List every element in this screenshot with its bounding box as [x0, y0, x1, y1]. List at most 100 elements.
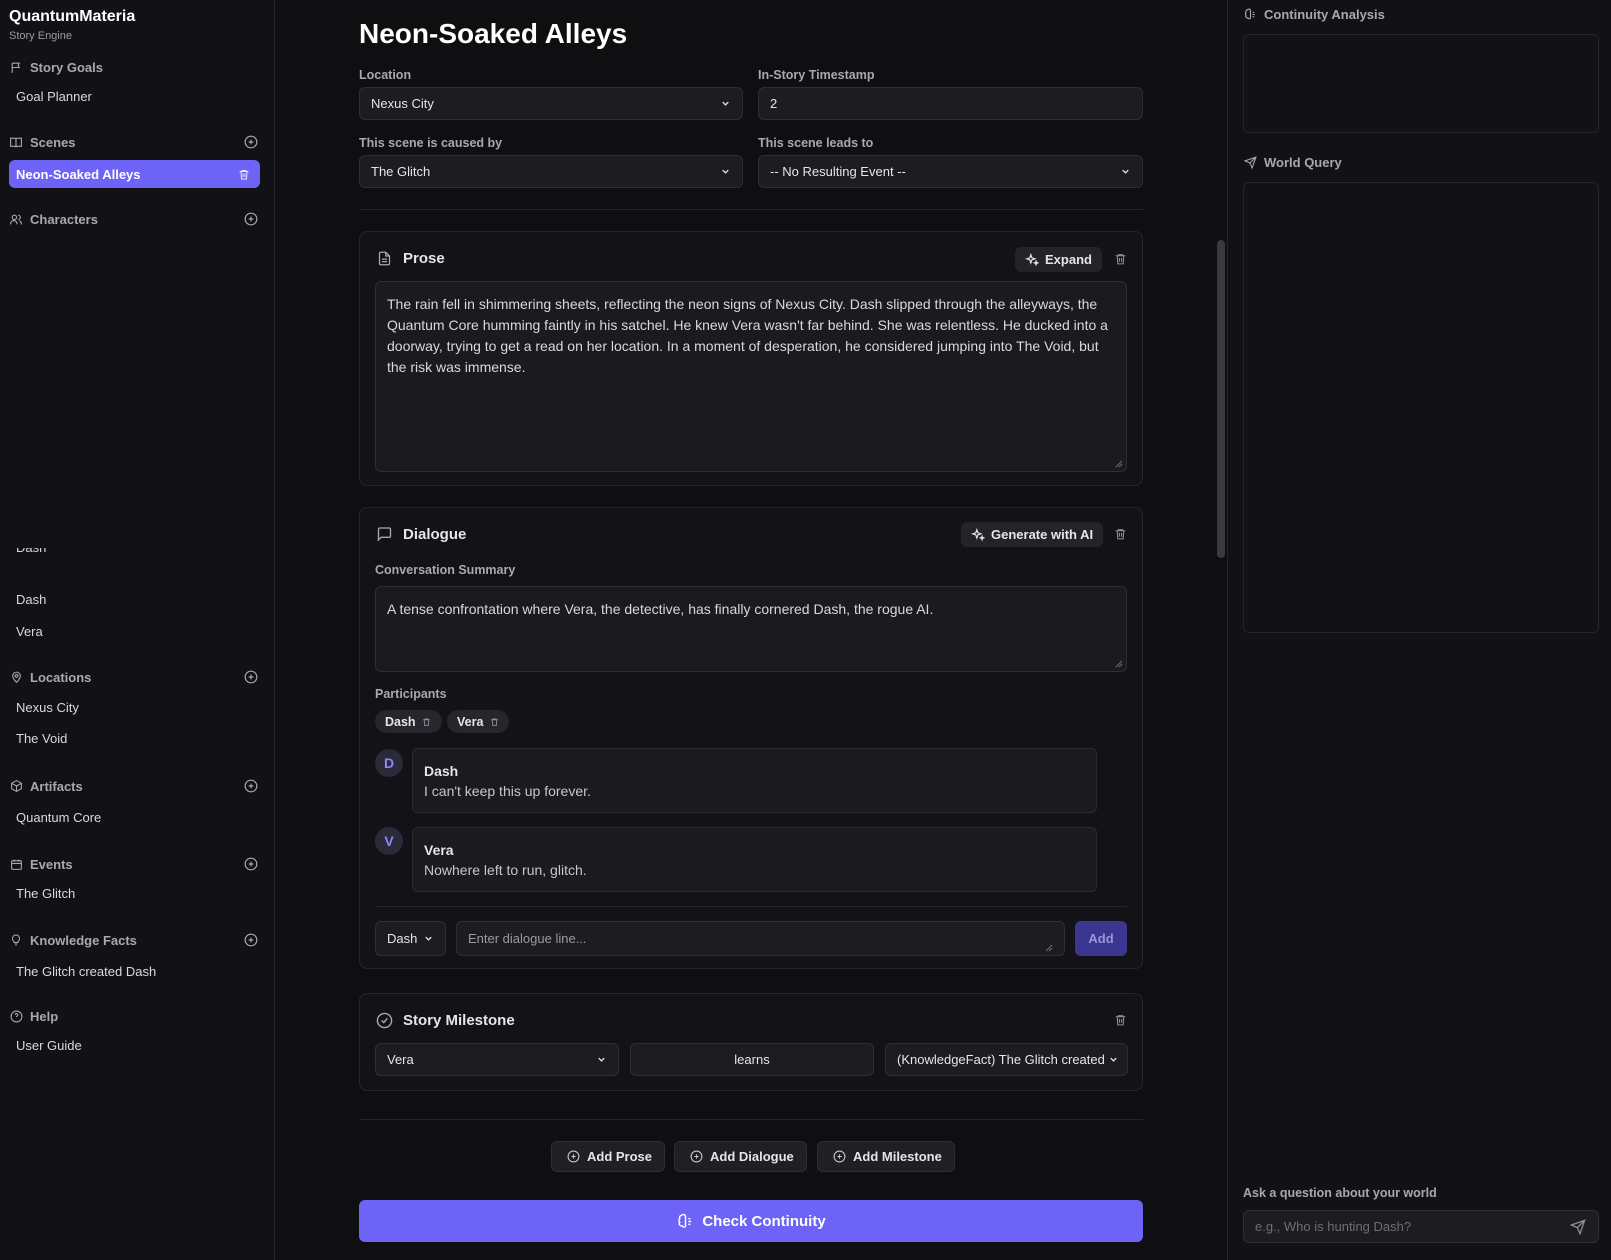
- sidebar-item-quantum-core[interactable]: Quantum Core: [16, 810, 101, 825]
- app-subtitle: Story Engine: [9, 30, 72, 42]
- chevron-down-icon: [422, 933, 434, 945]
- chevron-down-icon: [719, 166, 731, 178]
- sidebar-item-user-guide[interactable]: User Guide: [16, 1038, 82, 1053]
- add-character-icon[interactable]: [243, 211, 259, 227]
- sidebar-item-scene-active[interactable]: Neon-Soaked Alleys: [9, 160, 260, 188]
- dialogue-title: Dialogue: [403, 525, 467, 543]
- lightbulb-icon: [9, 933, 23, 947]
- continuity-analysis-header: Continuity Analysis: [1243, 7, 1385, 22]
- trash-icon[interactable]: [1112, 251, 1128, 267]
- add-event-icon[interactable]: [243, 856, 259, 872]
- speaker-select[interactable]: Dash: [375, 921, 446, 956]
- sidebar-item-the-glitch[interactable]: The Glitch: [16, 886, 75, 901]
- dialogue-speaker: Dash: [424, 763, 459, 779]
- main-scrollbar-track[interactable]: [1216, 0, 1226, 1260]
- section-label: Scenes: [30, 134, 76, 150]
- caused-by-select[interactable]: The Glitch: [359, 155, 743, 188]
- dialogue-line[interactable]: Vera Nowhere left to run, glitch.: [412, 827, 1097, 892]
- sidebar-item-vera[interactable]: Vera: [16, 624, 43, 639]
- expand-button[interactable]: Expand: [1015, 247, 1102, 272]
- main-scrollbar-thumb[interactable]: [1217, 240, 1225, 558]
- add-milestone-button[interactable]: Add Milestone: [817, 1141, 955, 1172]
- caused-by-value: The Glitch: [371, 164, 431, 179]
- milestone-verb-field[interactable]: learns: [630, 1043, 874, 1076]
- sidebar-item-goal-planner[interactable]: Goal Planner: [16, 89, 92, 104]
- resize-handle-icon[interactable]: [1115, 660, 1123, 668]
- plus-circle-icon: [689, 1150, 703, 1164]
- section-story-goals: Story Goals: [9, 57, 259, 77]
- help-circle-icon: [9, 1009, 23, 1023]
- world-query-input[interactable]: e.g., Who is hunting Dash?: [1243, 1210, 1599, 1243]
- add-prose-button[interactable]: Add Prose: [551, 1141, 666, 1172]
- trash-icon[interactable]: [1112, 1012, 1128, 1028]
- milestone-character-select[interactable]: Vera: [375, 1043, 619, 1076]
- map-pin-icon: [9, 670, 23, 684]
- conversation-summary-label: Conversation Summary: [375, 563, 516, 577]
- section-artifacts: Artifacts: [9, 776, 259, 796]
- section-label: Story Goals: [30, 59, 103, 75]
- clipped-list-fragment: Dash: [16, 548, 46, 552]
- trash-icon[interactable]: [422, 717, 432, 727]
- conversation-summary-textarea[interactable]: A tense confrontation where Vera, the de…: [375, 586, 1127, 672]
- add-scene-icon[interactable]: [243, 134, 259, 150]
- add-prose-label: Add Prose: [587, 1149, 653, 1164]
- prose-textarea[interactable]: The rain fell in shimmering sheets, refl…: [375, 281, 1127, 472]
- chevron-down-icon: [595, 1054, 607, 1066]
- add-line-button[interactable]: Add: [1075, 921, 1127, 956]
- dialogue-text: Nowhere left to run, glitch.: [424, 862, 587, 878]
- dialogue-line-input[interactable]: Enter dialogue line...: [456, 921, 1065, 956]
- section-label: Artifacts: [30, 778, 83, 794]
- world-query-title: World Query: [1264, 155, 1342, 170]
- book-icon: [9, 135, 23, 149]
- sidebar-item-nexus-city[interactable]: Nexus City: [16, 700, 79, 715]
- trash-icon[interactable]: [489, 717, 499, 727]
- document-icon: [375, 249, 393, 267]
- users-icon: [9, 212, 23, 226]
- avatar: V: [375, 827, 403, 855]
- generate-with-ai-button[interactable]: Generate with AI: [961, 522, 1104, 547]
- timestamp-input[interactable]: 2: [758, 87, 1143, 120]
- sidebar-item-dash[interactable]: Dash: [16, 592, 46, 607]
- section-scenes: Scenes: [9, 132, 259, 152]
- add-location-icon[interactable]: [243, 669, 259, 685]
- add-dialogue-button[interactable]: Add Dialogue: [674, 1141, 807, 1172]
- milestone-fact-select[interactable]: (KnowledgeFact) The Glitch created: [885, 1043, 1128, 1076]
- section-label: Events: [30, 856, 73, 872]
- section-locations: Locations: [9, 667, 259, 687]
- chevron-down-icon: [1119, 166, 1131, 178]
- check-continuity-button[interactable]: Check Continuity: [359, 1200, 1143, 1242]
- milestone-card: Story Milestone Vera learns (KnowledgeFa…: [359, 993, 1143, 1091]
- add-artifact-icon[interactable]: [243, 778, 259, 794]
- milestone-character-value: Vera: [387, 1052, 414, 1067]
- leads-to-select[interactable]: -- No Resulting Event --: [758, 155, 1143, 188]
- resize-handle-icon[interactable]: [1045, 944, 1053, 952]
- section-label: Help: [30, 1008, 59, 1024]
- world-query-output: [1243, 182, 1599, 633]
- brain-icon: [1243, 8, 1257, 22]
- divider: [375, 906, 1127, 907]
- speaker-select-value: Dash: [387, 931, 418, 946]
- trash-icon[interactable]: [1112, 526, 1128, 542]
- sidebar-item-the-void[interactable]: The Void: [16, 731, 67, 746]
- dialogue-line-placeholder: Enter dialogue line...: [468, 931, 587, 946]
- caused-by-label: This scene is caused by: [359, 136, 503, 150]
- add-knowledge-fact-icon[interactable]: [243, 932, 259, 948]
- resize-handle-icon[interactable]: [1115, 460, 1123, 468]
- expand-label: Expand: [1045, 252, 1092, 267]
- participants-label: Participants: [375, 687, 447, 701]
- section-events: Events: [9, 854, 259, 874]
- send-icon[interactable]: [1569, 1218, 1587, 1236]
- dialogue-text: I can't keep this up forever.: [424, 783, 591, 799]
- section-label: Characters: [30, 211, 98, 227]
- send-icon: [1243, 156, 1257, 170]
- trash-icon[interactable]: [236, 166, 252, 182]
- milestone-title: Story Milestone: [403, 1011, 515, 1029]
- dialogue-line[interactable]: Dash I can't keep this up forever.: [412, 748, 1097, 813]
- participant-chip: Dash: [375, 710, 442, 733]
- chevron-down-icon: [719, 98, 731, 110]
- location-select[interactable]: Nexus City: [359, 87, 743, 120]
- sidebar-item-knowledge-fact[interactable]: The Glitch created Dash: [16, 964, 156, 979]
- chevron-down-icon: [1107, 1054, 1119, 1066]
- milestone-card-header: Story Milestone: [375, 1011, 515, 1029]
- leads-to-value: -- No Resulting Event --: [770, 164, 906, 179]
